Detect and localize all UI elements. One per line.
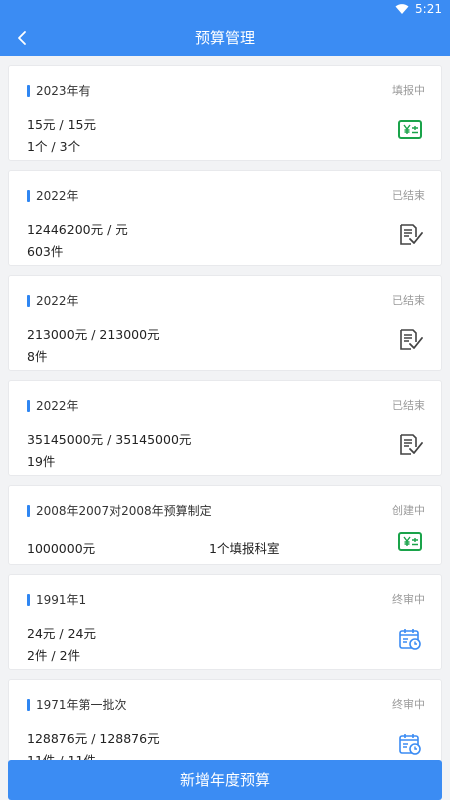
budget-card[interactable]: 2023年有 填报中 15元 / 15元 1个 / 3个 [8, 65, 442, 161]
amount-text: 24元 / 24元 [27, 626, 96, 641]
doc-check-icon[interactable] [397, 432, 423, 458]
app-bar: 预算管理 [0, 20, 450, 56]
status-right: 5:21 [395, 2, 442, 16]
accent-bar [27, 84, 30, 97]
doc-check-icon[interactable] [397, 222, 423, 248]
card-header: 2022年 [27, 292, 79, 309]
card-title: 1991年1 [36, 593, 87, 607]
card-title: 1971年第一批次 [36, 698, 127, 712]
budget-card[interactable]: 2022年 已结束 12446200元 / 元 603件 [8, 170, 442, 266]
count-text: 8件 [27, 349, 48, 364]
accent-bar [27, 189, 30, 202]
amount-text: 12446200元 / 元 [27, 222, 128, 237]
department-count-text: 1个填报科室 [209, 541, 280, 556]
status-badge: 终审中 [392, 593, 425, 606]
card-title: 2008年2007对2008年预算制定 [36, 504, 212, 518]
budget-card[interactable]: 2022年 已结束 35145000元 / 35145000元 19件 [8, 380, 442, 476]
amount-text: 213000元 / 213000元 [27, 327, 160, 342]
amount-text: 15元 / 15元 [27, 117, 96, 132]
yen-ledger-icon[interactable] [397, 117, 423, 143]
budget-card[interactable]: 1991年1 终审中 24元 / 24元 2件 / 2件 [8, 574, 442, 670]
card-title: 2022年 [36, 189, 79, 203]
accent-bar [27, 294, 30, 307]
card-header: 2008年2007对2008年预算制定 [27, 502, 212, 519]
page-title: 预算管理 [194, 29, 255, 47]
card-header: 1991年1 [27, 591, 86, 608]
count-text: 603件 [27, 244, 64, 259]
add-annual-budget-button[interactable]: 新增年度预算 [8, 760, 442, 800]
card-header: 2022年 [27, 397, 79, 414]
accent-bar [27, 504, 30, 517]
status-badge: 创建中 [392, 504, 425, 517]
calendar-clock-icon[interactable] [397, 731, 423, 757]
amount-text: 1000000元 [27, 541, 96, 556]
accent-bar [27, 593, 30, 606]
budget-card[interactable]: 2022年 已结束 213000元 / 213000元 8件 [8, 275, 442, 371]
card-title: 2022年 [36, 294, 79, 308]
count-text: 2件 / 2件 [27, 648, 81, 663]
yen-ledger-icon[interactable] [397, 529, 423, 555]
count-text: 19件 [27, 454, 56, 469]
card-title: 2023年有 [36, 84, 91, 98]
status-badge: 已结束 [392, 399, 425, 412]
accent-bar [27, 698, 30, 711]
calendar-clock-icon[interactable] [397, 626, 423, 652]
wifi-icon [395, 4, 409, 14]
status-badge: 已结束 [392, 189, 425, 202]
budget-list[interactable]: 2023年有 填报中 15元 / 15元 1个 / 3个 2022年 已结束 1… [0, 56, 450, 800]
budget-card[interactable]: 2008年2007对2008年预算制定 创建中 1000000元 1个填报科室 [8, 485, 442, 565]
doc-check-icon[interactable] [397, 327, 423, 353]
status-bar: 5:21 [0, 0, 450, 20]
card-header: 2022年 [27, 187, 79, 204]
amount-text: 35145000元 / 35145000元 [27, 432, 192, 447]
card-header: 1971年第一批次 [27, 696, 127, 713]
card-title: 2022年 [36, 399, 79, 413]
status-badge: 填报中 [392, 84, 425, 97]
status-time: 5:21 [415, 2, 442, 16]
status-badge: 已结束 [392, 294, 425, 307]
card-header: 2023年有 [27, 82, 91, 99]
status-badge: 终审中 [392, 698, 425, 711]
amount-text: 128876元 / 128876元 [27, 731, 160, 746]
accent-bar [27, 399, 30, 412]
count-text: 1个 / 3个 [27, 139, 81, 154]
